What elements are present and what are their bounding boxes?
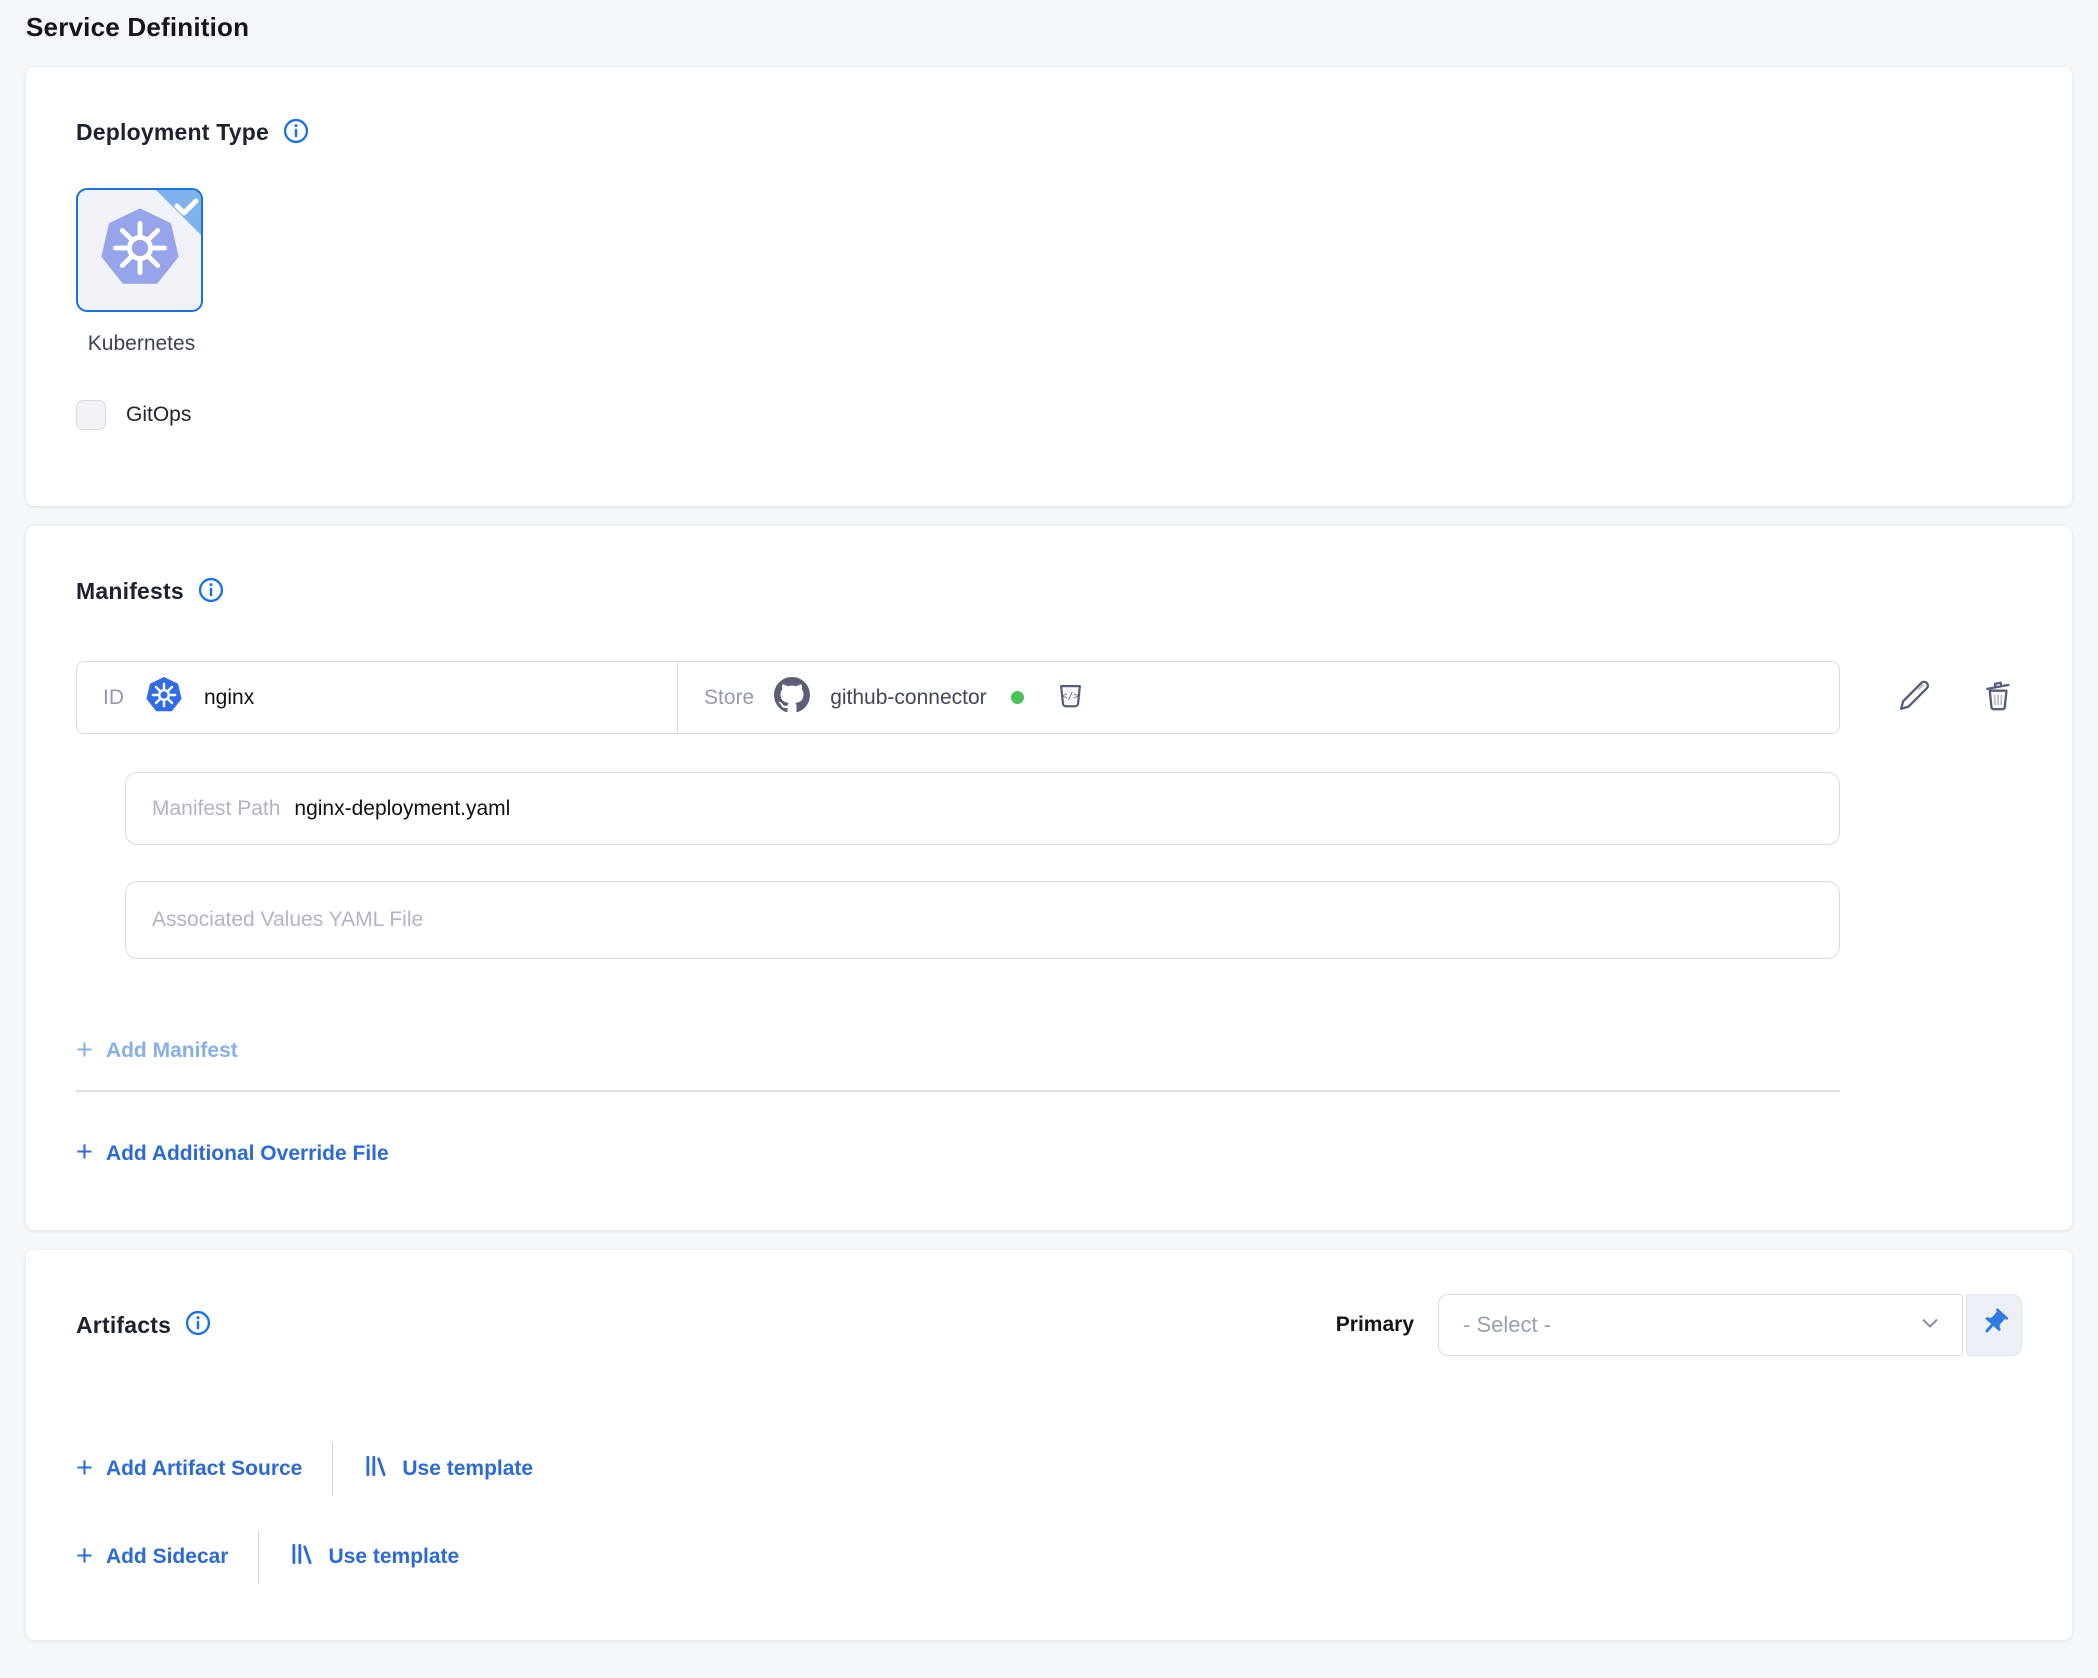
template-library-icon [363, 1453, 389, 1485]
kubernetes-manifest-type-icon [144, 675, 184, 720]
use-template-artifact-button[interactable]: Use template [363, 1453, 533, 1485]
manifest-path-input[interactable]: Manifest Path nginx-deployment.yaml [125, 772, 1840, 845]
pin-primary-artifact-button[interactable] [1966, 1294, 2022, 1356]
info-icon[interactable] [198, 577, 224, 603]
service-definition-page: Service Definition Deployment Type [0, 0, 2098, 1640]
add-sidecar-button[interactable]: + Add Sidecar [76, 1545, 228, 1569]
edit-manifest-button[interactable] [1894, 676, 1934, 719]
values-yaml-input[interactable]: Associated Values YAML File [125, 881, 1840, 959]
manifest-store-label: Store [704, 686, 754, 710]
connector-status-dot [1011, 691, 1024, 704]
manifests-divider [76, 1090, 1840, 1092]
use-template-sidecar-button[interactable]: Use template [289, 1541, 459, 1573]
code-store-icon: </> [1054, 679, 1087, 717]
add-override-file-button[interactable]: + Add Additional Override File [76, 1142, 389, 1166]
plus-icon: + [76, 1545, 93, 1567]
template-library-icon [289, 1541, 315, 1573]
plus-icon: + [76, 1141, 93, 1163]
manifest-store-connector: github-connector [830, 686, 986, 710]
deployment-type-kubernetes-tile[interactable] [76, 188, 203, 312]
pencil-icon [1894, 676, 1934, 719]
delete-manifest-button[interactable] [1978, 676, 2018, 719]
artifacts-card: Artifacts Primary - Select - [26, 1250, 2072, 1640]
artifacts-heading: Artifacts [76, 1312, 171, 1339]
plus-icon: + [76, 1457, 93, 1479]
vertical-divider [332, 1442, 333, 1496]
trash-icon [1978, 676, 2018, 719]
plus-icon: + [76, 1039, 93, 1061]
manifest-id-label: ID [103, 686, 124, 710]
selected-check-icon [142, 189, 202, 254]
deployment-type-heading: Deployment Type [76, 119, 269, 146]
manifests-card: Manifests ID [26, 526, 2072, 1230]
manifest-row[interactable]: ID nginx [76, 661, 1840, 734]
manifest-path-label: Manifest Path [152, 797, 280, 821]
primary-artifact-select[interactable]: - Select - [1438, 1294, 1963, 1356]
deployment-type-card: Deployment Type [26, 67, 2072, 506]
kubernetes-tile-label: Kubernetes [76, 332, 207, 356]
github-icon [774, 677, 810, 718]
add-manifest-button[interactable]: + Add Manifest [76, 1039, 238, 1063]
svg-text:</>: </> [1061, 691, 1079, 702]
add-artifact-source-button[interactable]: + Add Artifact Source [76, 1457, 302, 1481]
gitops-checkbox-row[interactable]: GitOps [76, 400, 2022, 430]
manifest-id-value: nginx [204, 686, 254, 710]
values-yaml-placeholder: Associated Values YAML File [152, 908, 423, 932]
manifest-path-value: nginx-deployment.yaml [294, 797, 510, 821]
primary-artifact-label: Primary [1336, 1313, 1414, 1337]
info-icon[interactable] [185, 1310, 211, 1336]
gitops-label: GitOps [126, 403, 191, 427]
vertical-divider [258, 1530, 259, 1584]
chevron-down-icon [1916, 1309, 1944, 1342]
gitops-checkbox[interactable] [76, 400, 106, 430]
info-icon[interactable] [283, 118, 309, 144]
manifests-heading: Manifests [76, 578, 184, 605]
pushpin-icon [1978, 1307, 2010, 1344]
primary-select-placeholder: - Select - [1463, 1312, 1551, 1338]
page-title: Service Definition [26, 12, 2072, 43]
